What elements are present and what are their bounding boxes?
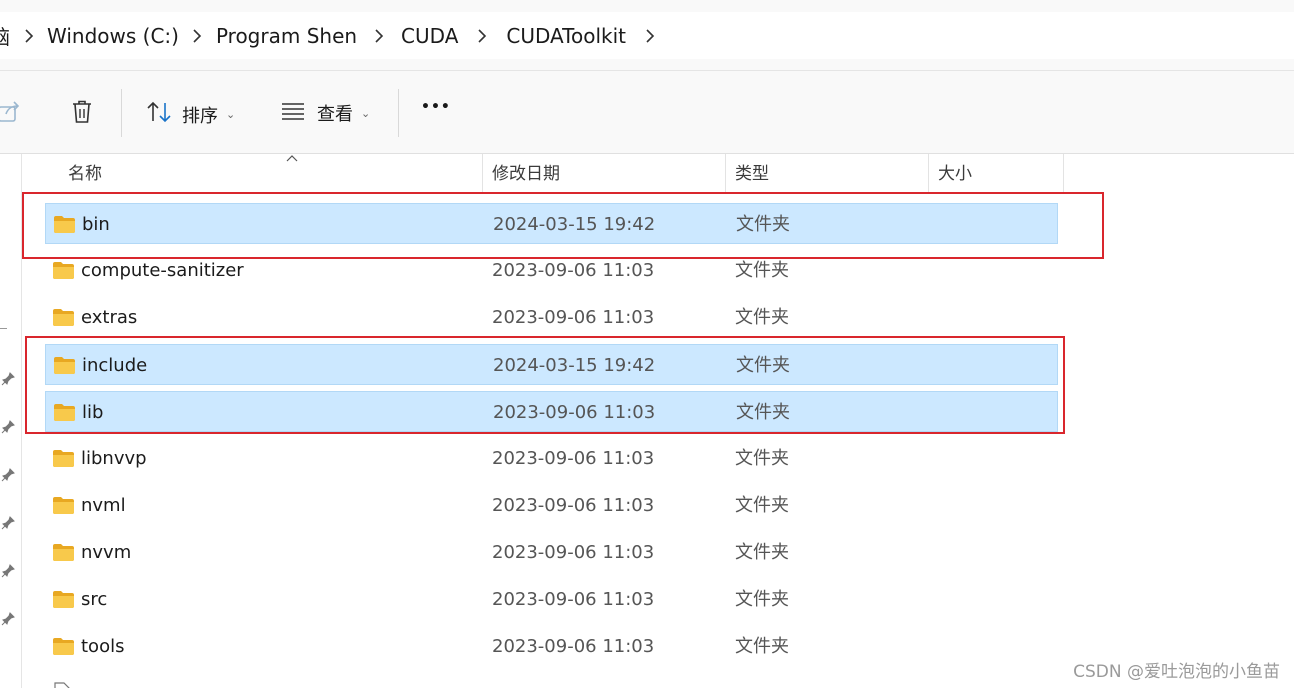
- document-icon: [54, 682, 70, 688]
- column-header-name[interactable]: 名称: [68, 154, 102, 192]
- column-header-date[interactable]: 修改日期: [492, 154, 560, 192]
- folder-icon: [53, 591, 74, 608]
- chevron-right-icon[interactable]: [179, 25, 216, 46]
- table-row[interactable]: src 2023-09-06 11:03 文件夹: [45, 579, 1058, 620]
- toolbar-divider: [398, 89, 399, 137]
- file-type: 文件夹: [735, 636, 789, 657]
- sort-ascending-icon: [286, 154, 298, 165]
- view-list-icon: [281, 101, 305, 126]
- table-row[interactable]: extras 2023-09-06 11:03 文件夹: [45, 297, 1058, 338]
- toolbar-divider: [121, 89, 122, 137]
- pin-icon[interactable]: [1, 564, 15, 578]
- sort-label: 排序: [182, 105, 218, 127]
- breadcrumb-item-cudatoolkit[interactable]: CUDAToolkit: [506, 24, 626, 48]
- pin-icon[interactable]: [1, 420, 15, 434]
- column-header-size[interactable]: 大小: [938, 154, 972, 192]
- chevron-right-icon[interactable]: [458, 25, 506, 46]
- column-divider[interactable]: [725, 154, 726, 192]
- file-date: 2023-09-06 11:03: [492, 636, 655, 657]
- breadcrumb-item-program-shen[interactable]: Program Shen: [216, 24, 357, 48]
- breadcrumb-item-drive[interactable]: Windows (C:): [47, 24, 179, 48]
- pin-icon[interactable]: [1, 516, 15, 530]
- table-row[interactable]: nvml 2023-09-06 11:03 文件夹: [45, 485, 1058, 526]
- pin-icon[interactable]: [1, 372, 15, 386]
- breadcrumb: 脑 Windows (C:) Program Shen CUDA CUDAToo…: [0, 12, 674, 59]
- chevron-down-icon: ⌄: [361, 106, 371, 120]
- breadcrumb-item-cuda[interactable]: CUDA: [401, 24, 458, 48]
- address-bar-area: 脑 Windows (C:) Program Shen CUDA CUDAToo…: [0, 0, 1294, 70]
- breadcrumb-item-parent[interactable]: 脑: [0, 21, 10, 50]
- file-type: 文件夹: [735, 495, 789, 516]
- chevron-right-icon[interactable]: [626, 25, 674, 46]
- file-date: 2023-09-06 11:03: [492, 542, 655, 563]
- delete-icon[interactable]: [70, 99, 94, 125]
- view-button[interactable]: 查看 ⌄: [281, 100, 370, 126]
- file-date: 2023-09-06 11:03: [492, 448, 655, 469]
- chevron-right-icon[interactable]: [10, 25, 47, 46]
- folder-icon: [53, 262, 74, 279]
- navigation-pane: [0, 154, 22, 688]
- file-name: tools: [81, 636, 125, 657]
- highlight-box-include-lib: [25, 336, 1065, 434]
- file-name: libnvvp: [81, 448, 147, 469]
- file-name: nvml: [81, 495, 126, 516]
- pin-icon[interactable]: [1, 468, 15, 482]
- folder-icon: [53, 544, 74, 561]
- folder-icon: [53, 450, 74, 467]
- sort-icon: [146, 100, 172, 129]
- pin-icon[interactable]: [1, 612, 15, 626]
- file-type: 文件夹: [735, 589, 789, 610]
- column-header-row: 名称 修改日期 类型 大小: [22, 154, 1064, 192]
- highlight-box-bin: [22, 192, 1104, 259]
- column-divider[interactable]: [928, 154, 929, 192]
- file-name: nvvm: [81, 542, 132, 563]
- file-name: src: [81, 589, 108, 610]
- view-label: 查看: [317, 104, 353, 125]
- table-row-partial[interactable]: [45, 673, 1058, 688]
- file-type: 文件夹: [735, 307, 789, 328]
- table-row[interactable]: libnvvp 2023-09-06 11:03 文件夹: [45, 438, 1058, 479]
- table-row[interactable]: nvvm 2023-09-06 11:03 文件夹: [45, 532, 1058, 573]
- folder-icon: [53, 638, 74, 655]
- column-divider[interactable]: [1063, 154, 1064, 192]
- folder-icon: [53, 309, 74, 326]
- share-icon[interactable]: [0, 99, 22, 125]
- file-date: 2023-09-06 11:03: [492, 495, 655, 516]
- folder-icon: [53, 497, 74, 514]
- file-type: 文件夹: [735, 542, 789, 563]
- column-header-type[interactable]: 类型: [735, 154, 769, 192]
- chevron-down-icon: ⌄: [226, 108, 236, 121]
- table-row[interactable]: tools 2023-09-06 11:03 文件夹: [45, 626, 1058, 667]
- nav-divider: [0, 328, 7, 329]
- file-date: 2023-09-06 11:03: [492, 589, 655, 610]
- file-date: 2023-09-06 11:03: [492, 307, 655, 328]
- command-bar: 排序 ⌄ 查看 ⌄ •••: [0, 70, 1294, 154]
- file-name: extras: [81, 307, 138, 328]
- more-options-button[interactable]: •••: [421, 99, 451, 115]
- chevron-right-icon[interactable]: [357, 25, 401, 46]
- watermark: CSDN @爱吐泡泡的小鱼苗: [1073, 662, 1280, 682]
- sort-button[interactable]: 排序 ⌄: [146, 100, 235, 129]
- column-divider[interactable]: [482, 154, 483, 192]
- file-type: 文件夹: [735, 448, 789, 469]
